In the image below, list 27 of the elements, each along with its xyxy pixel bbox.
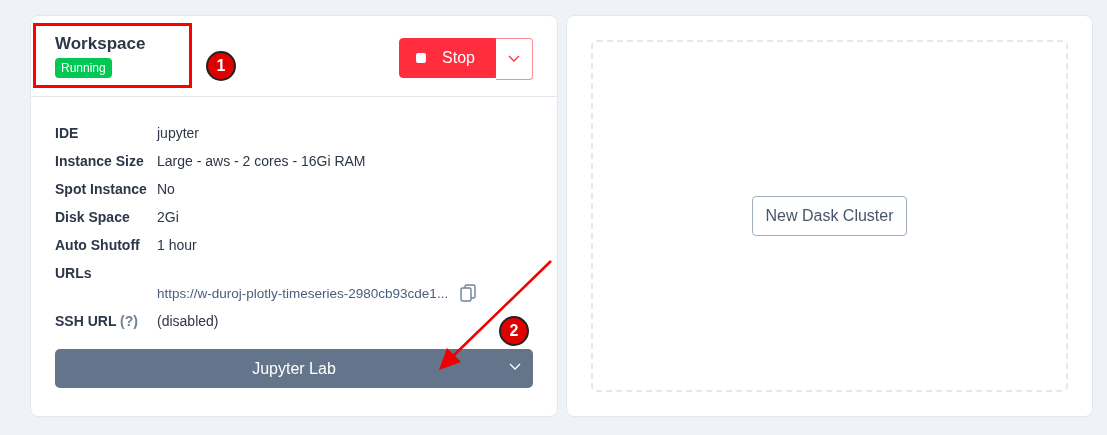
stop-dropdown-button[interactable] xyxy=(496,38,533,80)
help-link[interactable]: (?) xyxy=(120,313,138,329)
chevron-down-icon xyxy=(509,363,521,371)
detail-label: URLs xyxy=(55,265,93,283)
detail-value: Large - aws - 2 cores - 16Gi RAM xyxy=(157,153,366,169)
detail-label: Spot Instance xyxy=(55,181,148,199)
detail-label: Auto Shutoff xyxy=(55,237,141,255)
detail-label: IDE xyxy=(55,125,80,143)
detail-value: jupyter xyxy=(157,125,200,141)
stop-icon xyxy=(416,53,427,63)
detail-label: Instance Size xyxy=(55,153,145,171)
new-dask-cluster-button[interactable]: New Dask Cluster xyxy=(752,196,907,236)
detail-label: SSH URL (?) xyxy=(55,313,139,331)
detail-value: 2Gi xyxy=(157,209,179,225)
annotation-badge: 2 xyxy=(499,316,529,346)
chevron-down-icon xyxy=(508,55,520,63)
copy-icon[interactable] xyxy=(460,284,477,302)
jupyter-lab-button[interactable]: Jupyter Lab xyxy=(55,349,533,388)
url-link[interactable]: https://w-duroj-plotly-timeseries-2980cb93cde1... xyxy=(157,285,449,301)
annotation-badge: 1 xyxy=(206,51,236,81)
stop-button[interactable]: Stop xyxy=(399,38,496,78)
status-badge: Running xyxy=(55,58,112,78)
detail-value: 1 hour xyxy=(157,237,197,253)
detail-value: (disabled) xyxy=(157,313,219,329)
detail-label: Disk Space xyxy=(55,209,131,227)
detail-value: No xyxy=(157,181,175,197)
workspace-title: Workspace xyxy=(55,34,146,54)
